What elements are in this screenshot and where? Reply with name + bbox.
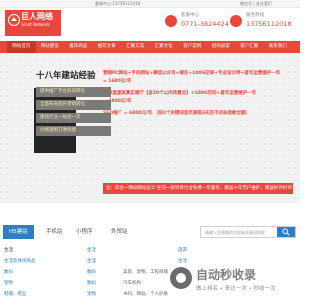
feature-list: 提供推广平台有效转化 全面布局提升营销转化 建站行业一站式一次 价格透明方便快捷 <box>36 87 111 136</box>
nav-contact[interactable]: 联系我们 <box>264 41 293 53</box>
top-links[interactable]: 微信号 | 关注我们 <box>240 1 272 7</box>
watermark: 自动秒收录 做上排名 • 来访一次 • 秒收一次 <box>170 264 300 300</box>
category-row[interactable]: 数码 汽车机构 <box>87 278 177 289</box>
search-box[interactable]: 请输入您想要的内容或关键词搜索 <box>200 226 296 238</box>
nav-clients[interactable]: 客户汇聚 <box>235 41 264 53</box>
nav-website-build[interactable]: 网站建设 <box>36 41 65 53</box>
site-logo[interactable]: 巨人网络 Giant Network <box>5 10 61 36</box>
feature-pill: 提供推广平台有效转化 <box>36 87 111 97</box>
nav-franchise[interactable]: 招商加盟 <box>207 41 236 53</box>
search-input[interactable]: 请输入您想要的内容或关键词搜索 <box>205 230 265 236</box>
category-row[interactable]: 生活 <box>87 256 177 267</box>
contact-label: 服务热线 <box>246 13 264 18</box>
banner-note: 注：四合一网站网站设计 任何一款项目包含免费一年服务，赠送十年用户维护，赠送好评… <box>103 183 293 194</box>
category-row[interactable]: 生活 <box>4 245 94 256</box>
contact-hotline: 服务热线 13756112018 <box>230 12 300 36</box>
nav-products[interactable]: 推荐商品 <box>64 41 93 53</box>
tab-mobile-site[interactable]: 手机站 <box>46 225 63 239</box>
phone-icon <box>165 15 177 27</box>
top-bar: 客服中心:13756112018 微信号 | 关注我们 <box>0 0 300 8</box>
category-row[interactable]: 鞋帽、鞋业 <box>4 289 94 300</box>
nav-articles[interactable]: 推荐文章 <box>93 41 122 53</box>
banner-title: 十八年建站经验 <box>36 71 96 81</box>
category-column: 生活 生活 数码 美容、宠物、工程商铺 数码 汽车机构 宠物 书刊、网站、个人护肤 <box>87 245 177 300</box>
category-row[interactable]: 数码 <box>4 267 94 278</box>
nav-solutions[interactable]: 汇聚方案 <box>121 41 150 53</box>
search-button[interactable] <box>277 227 295 237</box>
watermark-logo-icon <box>170 267 192 289</box>
contact-number: 0771-3824424 <box>181 20 229 28</box>
category-row[interactable]: 生活及休闲商品 <box>4 256 94 267</box>
main-nav: 网站首页 网站建设 推荐商品 推荐文章 汇聚方案 汇聚文化 客户案例 招商加盟 … <box>0 41 300 53</box>
contact-number: 13756112018 <box>246 20 292 28</box>
search-icon <box>282 228 290 236</box>
offer-2: 720度虚拟真实展厅【含20个以内场景点】+100G空间+首年运营维护一年 <box>103 91 257 96</box>
watermark-title: 自动秒收录 <box>196 268 257 282</box>
logo-icon <box>8 14 20 26</box>
nav-culture[interactable]: 汇聚文化 <box>150 41 179 53</box>
offer-1: 营销PC网站+手机网站+微信公众号+域名+100G空间+专业设计师+首年运营维护… <box>103 71 281 76</box>
banner-offers: 营销PC网站+手机网站+微信公众号+域名+100G空间+专业设计师+首年运营维护… <box>103 70 298 118</box>
category-row[interactable]: 旅游 <box>178 245 268 256</box>
category-row[interactable]: 宠物 <box>4 278 94 289</box>
category-row[interactable]: 数码 美容、宠物、工程商铺 <box>87 267 177 278</box>
category-column: 生活 生活及休闲商品 数码 宠物 鞋帽、鞋业 <box>4 245 94 300</box>
contact-label: 客服中心 <box>181 13 199 18</box>
promo-banner[interactable]: 十八年建站经验 提供推广平台有效转化 全面布局提升营销转化 建站行业一站式一次 … <box>0 53 300 203</box>
mobile-icon <box>230 15 242 27</box>
logo-text-cn: 巨人网络 <box>21 12 53 21</box>
offer-1-price: = 1680元/年 <box>103 79 132 84</box>
nav-cases[interactable]: 客户案例 <box>178 41 207 53</box>
feature-pill: 全面布局提升营销转化 <box>36 100 111 110</box>
tab-foreign-site[interactable]: 外贸站 <box>111 225 128 239</box>
nav-home[interactable]: 网站首页 <box>7 41 36 53</box>
category-row[interactable]: 宠物 书刊、网站、个人护肤 <box>87 289 177 300</box>
top-hotline: 客服中心:13756112018 <box>95 1 141 6</box>
feature-pill: 价格透明方便快捷 <box>36 126 111 136</box>
offer-3: SEO推广 = 6800元/年 （前3个关键词首页展现3天后不达标退款全额） <box>103 111 251 116</box>
feature-pill: 建站行业一站式一次 <box>36 113 111 123</box>
watermark-subtitle: 做上排名 • 来访一次 • 秒收一次 <box>196 286 276 292</box>
contact-service: 客服中心 0771-3824424 <box>165 12 235 36</box>
banner-left-panel: 十八年建站经验 提供推广平台有效转化 全面布局提升营销转化 建站行业一站式一次 … <box>36 69 111 136</box>
offer-2-price: = 4800元/年 <box>103 99 132 104</box>
logo-text-en: Giant Network <box>21 22 50 27</box>
category-row[interactable]: 生活 <box>87 245 177 256</box>
site-header: 巨人网络 Giant Network 客服中心 0771-3824424 服务热… <box>0 8 300 38</box>
tab-h5[interactable]: H5建站 <box>3 225 34 239</box>
tab-mini-program[interactable]: 小程序 <box>76 225 93 239</box>
